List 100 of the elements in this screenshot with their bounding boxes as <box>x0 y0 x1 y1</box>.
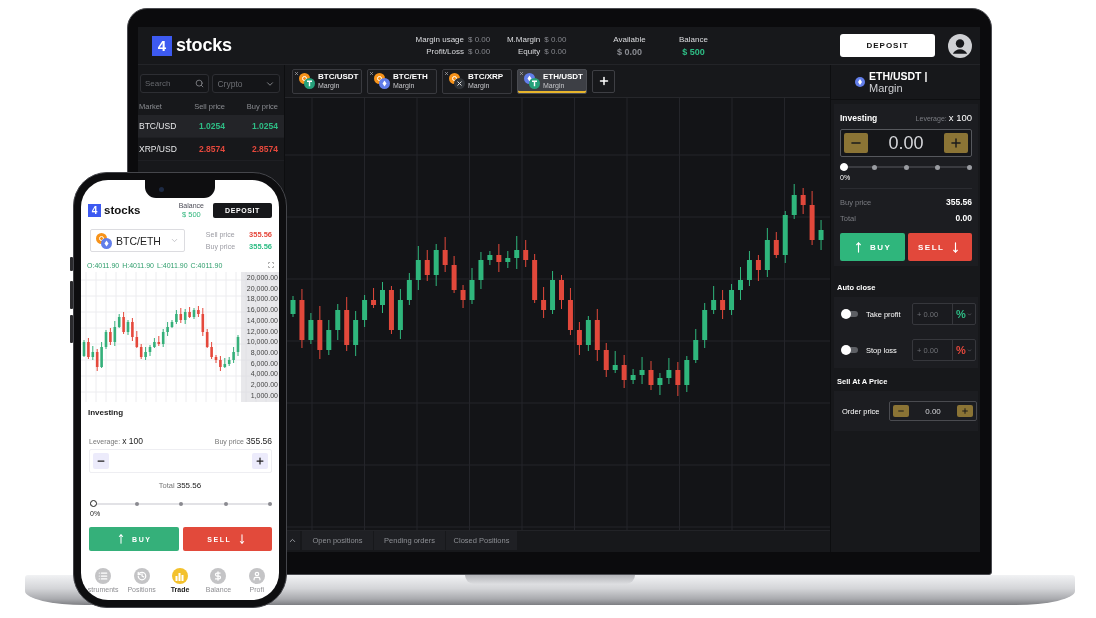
candlestick <box>344 296 350 352</box>
price-field[interactable]: 0.00 <box>889 401 977 421</box>
avatar-icon[interactable] <box>948 33 972 58</box>
candlestick <box>371 287 377 309</box>
search-input[interactable]: Search <box>145 79 195 88</box>
stat-value: $ 0.00 <box>544 47 567 56</box>
camera-icon <box>159 186 164 192</box>
candlestick <box>800 187 806 215</box>
stat-label: Equity <box>517 47 541 56</box>
history-icon <box>133 568 150 584</box>
increase-button[interactable] <box>944 133 968 153</box>
sell-button[interactable]: SELL <box>907 233 972 261</box>
unit-select[interactable]: % <box>953 304 975 324</box>
candlestick <box>746 250 752 287</box>
candlestick <box>415 245 421 291</box>
stat-value: $ 0.00 <box>544 35 567 44</box>
amount-field[interactable]: 0.00 <box>840 129 972 157</box>
step-marker <box>935 164 941 170</box>
slider-thumb[interactable] <box>90 500 97 507</box>
step-marker <box>871 164 877 170</box>
section-title: Investing <box>840 112 878 123</box>
candlestick <box>532 253 538 304</box>
sell-price: 1.0254 <box>198 121 225 131</box>
candlestick <box>791 183 797 220</box>
step-marker <box>134 501 139 506</box>
market-name: XRP/USD <box>139 144 178 154</box>
candlestick <box>594 308 600 362</box>
candlestick <box>818 219 824 251</box>
info-value: 355.56 <box>946 197 972 207</box>
decrease-button[interactable] <box>93 453 109 469</box>
add-tab-button[interactable] <box>592 69 615 93</box>
candlestick <box>362 294 368 328</box>
price-input[interactable]: 0.00 <box>909 406 957 416</box>
candlestick <box>666 357 672 385</box>
pair-select[interactable]: BTC/ETH <box>90 229 185 252</box>
candlestick <box>657 372 663 396</box>
candlestick <box>353 310 359 357</box>
bar-chart-icon <box>172 568 188 584</box>
candlestick <box>380 281 385 314</box>
close-icon[interactable] <box>444 70 449 76</box>
candlestick <box>603 342 609 378</box>
candlestick <box>478 251 484 290</box>
market-row[interactable]: BTC/USD 1.0254 1.0254 <box>138 115 284 138</box>
close-icon[interactable] <box>294 70 299 76</box>
leverage-value: x 100 <box>948 112 972 123</box>
search-icon <box>195 79 205 88</box>
decrease-button[interactable] <box>844 133 868 153</box>
candlestick <box>559 274 564 310</box>
chevron-down-icon <box>170 236 179 245</box>
search-field[interactable]: Search <box>140 74 210 93</box>
candlestick <box>711 285 717 315</box>
amount-field[interactable] <box>89 449 272 473</box>
buy-price: 2.8574 <box>251 144 278 154</box>
summary-label: Balance <box>679 34 708 44</box>
candlestick <box>684 355 690 393</box>
toggle-switch[interactable] <box>841 345 859 355</box>
candlestick <box>388 285 394 335</box>
unit-select[interactable]: % <box>953 340 975 360</box>
chevron-down-icon <box>966 347 972 353</box>
summary-value: $ 0.00 <box>617 46 642 57</box>
leverage-slider[interactable] <box>840 163 972 171</box>
candlestick <box>693 328 699 364</box>
market-row[interactable]: XRP/USD 2.8574 2.8574 <box>138 138 284 161</box>
info-value: 0.00 <box>955 213 972 223</box>
candlestick <box>639 356 645 385</box>
candlestick <box>451 255 457 294</box>
candlestick <box>290 295 296 318</box>
chevron-up-icon <box>288 536 297 545</box>
coin-pair-icon <box>524 73 540 89</box>
candlestick <box>612 350 618 374</box>
increase-button[interactable] <box>252 453 268 469</box>
deposit-button[interactable]: DEPOSIT <box>840 34 935 57</box>
dollar-icon <box>210 568 227 584</box>
pair-title: ETH/USDT | <box>869 69 928 82</box>
leverage-slider[interactable] <box>90 500 272 507</box>
coin-icon <box>855 77 865 87</box>
user-icon <box>248 568 265 584</box>
amount-input[interactable]: 0.00 <box>868 132 944 154</box>
candlestick <box>505 250 511 269</box>
candlestick <box>469 267 475 305</box>
candlestick <box>308 312 314 345</box>
close-icon[interactable] <box>519 70 524 76</box>
candlestick <box>738 266 743 301</box>
candlestick <box>702 302 708 349</box>
logo-mark: 4 <box>88 203 101 217</box>
step-marker <box>179 501 183 506</box>
candlestick <box>782 210 788 264</box>
candlestick <box>514 235 520 270</box>
plus-icon <box>255 456 265 466</box>
crypto-select[interactable]: Crypto <box>212 74 280 93</box>
logo-wordmark: stocks <box>176 35 232 56</box>
toggle-switch[interactable] <box>841 309 859 319</box>
total-value: 355.56 <box>176 481 202 490</box>
section-title: Investing <box>87 408 125 417</box>
close-icon[interactable] <box>369 70 374 76</box>
candlestick <box>585 315 591 352</box>
plus-icon <box>597 75 610 87</box>
summary-label: Available <box>613 34 646 44</box>
candlestick <box>397 288 403 340</box>
buy-price: 1.0254 <box>251 121 278 131</box>
